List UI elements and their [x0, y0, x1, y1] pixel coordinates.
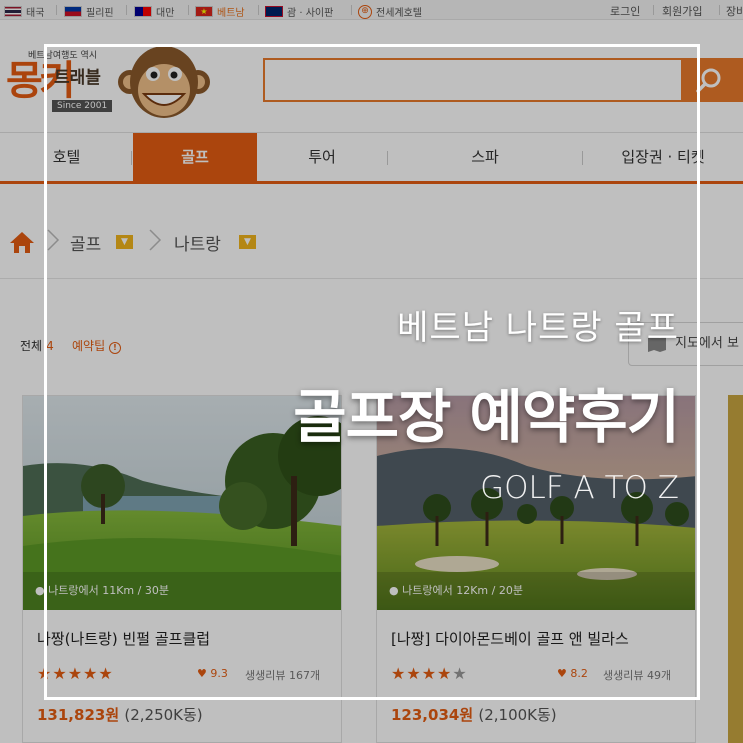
overlay-subtitle: 베트남 나트랑 골프: [397, 308, 679, 348]
overlay-title: 골프장 예약후기: [293, 383, 680, 451]
overlay-english-tagline: GOLF A TO Z: [480, 470, 679, 506]
